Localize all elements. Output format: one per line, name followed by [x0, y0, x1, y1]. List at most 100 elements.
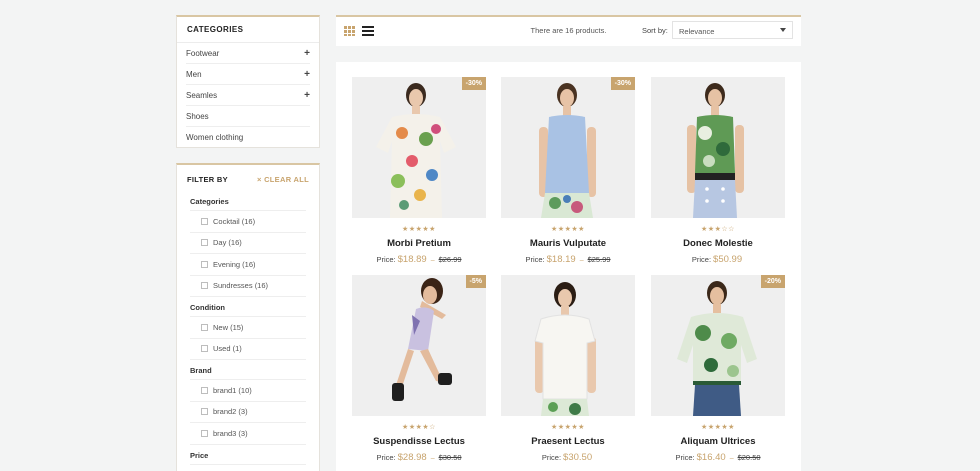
- checkbox[interactable]: [201, 260, 208, 268]
- filter-header: Filter by × Clear all: [177, 165, 319, 193]
- category-item[interactable]: Footwear +: [186, 43, 310, 64]
- product-card[interactable]: ★★★★★ Praesent Lectus Price: $30.50: [501, 275, 635, 463]
- facet-option[interactable]: New (15): [190, 317, 306, 339]
- facet-option-label: Used (1): [213, 344, 242, 354]
- price-separator: –: [430, 455, 435, 462]
- product-image[interactable]: -20%: [651, 275, 785, 416]
- price-label: Price:: [541, 453, 562, 462]
- price-row: Price: $18.89– $26.99: [352, 254, 486, 265]
- product-grid: -30% ★★★★★ Morbi Pretium Price: $18.89– $26.9…: [336, 62, 801, 471]
- facet-option[interactable]: Cocktail (16): [190, 211, 306, 233]
- facet-option[interactable]: Sundresses (16): [190, 276, 306, 297]
- category-item[interactable]: Seamles +: [186, 85, 310, 106]
- category-item[interactable]: Women clothing: [186, 127, 310, 148]
- product-name[interactable]: Praesent Lectus: [501, 436, 635, 450]
- facets: Categories Cocktail (16) Day (16) Evening (…: [177, 193, 319, 467]
- clear-all-label: Clear all: [264, 174, 309, 184]
- discount-badge: -5%: [465, 275, 486, 288]
- facet-option[interactable]: Day (16): [190, 233, 306, 254]
- product-card[interactable]: -30% ★★★★★ Mauris Vulputate Price: $18.19– $2…: [501, 77, 635, 265]
- discount-badge: -30%: [461, 77, 486, 90]
- product-image[interactable]: -5%: [352, 275, 486, 416]
- current-price: $16.40: [696, 452, 726, 463]
- category-label: Seamles: [186, 90, 218, 100]
- rating-stars: ★★★★★: [551, 424, 585, 431]
- checkbox[interactable]: [201, 345, 208, 353]
- checkbox[interactable]: [201, 323, 208, 331]
- price-row: Price: $18.19– $25.99: [501, 254, 635, 265]
- facet-option-label: Day (16): [213, 238, 242, 248]
- sort-label: Sort by:: [642, 26, 668, 35]
- sort-value: Relevance: [679, 27, 715, 36]
- current-price: $18.19: [546, 254, 576, 265]
- category-item[interactable]: Shoes: [186, 106, 310, 127]
- facet-option[interactable]: brand1 (10): [190, 380, 306, 402]
- facet-option[interactable]: Evening (16): [190, 254, 306, 276]
- product-name[interactable]: Suspendisse Lectus: [352, 436, 486, 450]
- product-name[interactable]: Mauris Vulputate: [501, 238, 635, 252]
- facet-option[interactable]: Used (1): [190, 339, 306, 360]
- plus-icon[interactable]: +: [304, 69, 310, 80]
- checkbox[interactable]: [201, 408, 208, 416]
- product-image[interactable]: -30%: [352, 77, 486, 218]
- plus-icon[interactable]: +: [304, 90, 310, 101]
- category-label: Men: [186, 69, 202, 79]
- facet-option-label: Sundresses (16): [213, 281, 269, 291]
- categories-title: Categories: [177, 17, 319, 43]
- facet-option-label: New (15): [213, 322, 244, 332]
- product-card[interactable]: -30% ★★★★★ Morbi Pretium Price: $18.89– $26.9…: [352, 77, 486, 265]
- price-row: Price: $50.99: [651, 254, 785, 265]
- facet-title: Condition: [190, 299, 306, 317]
- category-label: Women clothing: [186, 133, 244, 142]
- checkbox[interactable]: [201, 239, 208, 247]
- product-image[interactable]: [651, 77, 785, 218]
- product-image[interactable]: [501, 275, 635, 416]
- current-price: $50.99: [713, 254, 743, 265]
- product-image[interactable]: -30%: [501, 77, 635, 218]
- categories-block: Categories Footwear + Men + Seamles + Shoes Wom…: [176, 15, 320, 148]
- rating-stars: ★★★★★: [551, 226, 585, 233]
- sort-select[interactable]: Relevance: [672, 21, 793, 39]
- old-price: $25.99: [587, 255, 611, 264]
- current-price: $18.89: [397, 254, 427, 265]
- category-item[interactable]: Men +: [186, 64, 310, 85]
- facet-title: Price: [190, 447, 306, 465]
- current-price: $30.50: [563, 452, 593, 463]
- price-separator: –: [579, 257, 584, 264]
- categories-list: Footwear + Men + Seamles + Shoes Women clothing: [177, 43, 319, 148]
- category-label: Footwear: [186, 48, 220, 58]
- checkbox[interactable]: [201, 429, 208, 437]
- facet-option-label: Evening (16): [213, 259, 256, 269]
- price-row: Price: $16.40– $20.50: [651, 452, 785, 463]
- rating-stars: ★★★★★: [701, 424, 735, 431]
- facet-option[interactable]: brand3 (3): [190, 423, 306, 445]
- price-separator: –: [430, 257, 435, 264]
- checkbox[interactable]: [201, 217, 208, 225]
- old-price: $26.99: [438, 255, 462, 264]
- old-price: $30.50: [438, 453, 462, 462]
- price-label: Price:: [376, 255, 396, 264]
- price-label: Price:: [525, 255, 545, 264]
- rating-stars: ★★★★★: [402, 226, 436, 233]
- price-separator: –: [729, 455, 734, 462]
- product-name[interactable]: Donec Molestie: [651, 238, 785, 252]
- current-price: $28.98: [397, 452, 427, 463]
- price-row: Price: $28.98– $30.50: [352, 452, 486, 463]
- plus-icon[interactable]: +: [304, 48, 310, 59]
- checkbox[interactable]: [201, 386, 208, 394]
- product-card[interactable]: -20% ★★★★★ Aliquam Ultrices Price: $16.40– $2…: [651, 275, 785, 463]
- chevron-down-icon: [780, 28, 786, 32]
- discount-badge: -20%: [760, 275, 785, 288]
- facet-option-label: brand2 (3): [213, 407, 248, 417]
- filter-block: Filter by × Clear all Categories Cocktail…: [176, 163, 320, 471]
- facet-title: Brand: [190, 362, 306, 380]
- product-card[interactable]: -5% ★★★★☆ Suspendisse Lectus Price: $28.98– $…: [352, 275, 486, 463]
- checkbox[interactable]: [201, 282, 208, 290]
- facet-option[interactable]: brand2 (3): [190, 402, 306, 423]
- clear-all-button[interactable]: × Clear all: [257, 175, 309, 184]
- product-card[interactable]: ★★★☆☆ Donec Molestie Price: $50.99: [651, 77, 785, 265]
- product-name[interactable]: Morbi Pretium: [352, 238, 486, 252]
- price-row: Price: $30.50: [501, 452, 635, 463]
- product-name[interactable]: Aliquam Ultrices: [651, 436, 785, 450]
- price-label: Price:: [691, 255, 712, 264]
